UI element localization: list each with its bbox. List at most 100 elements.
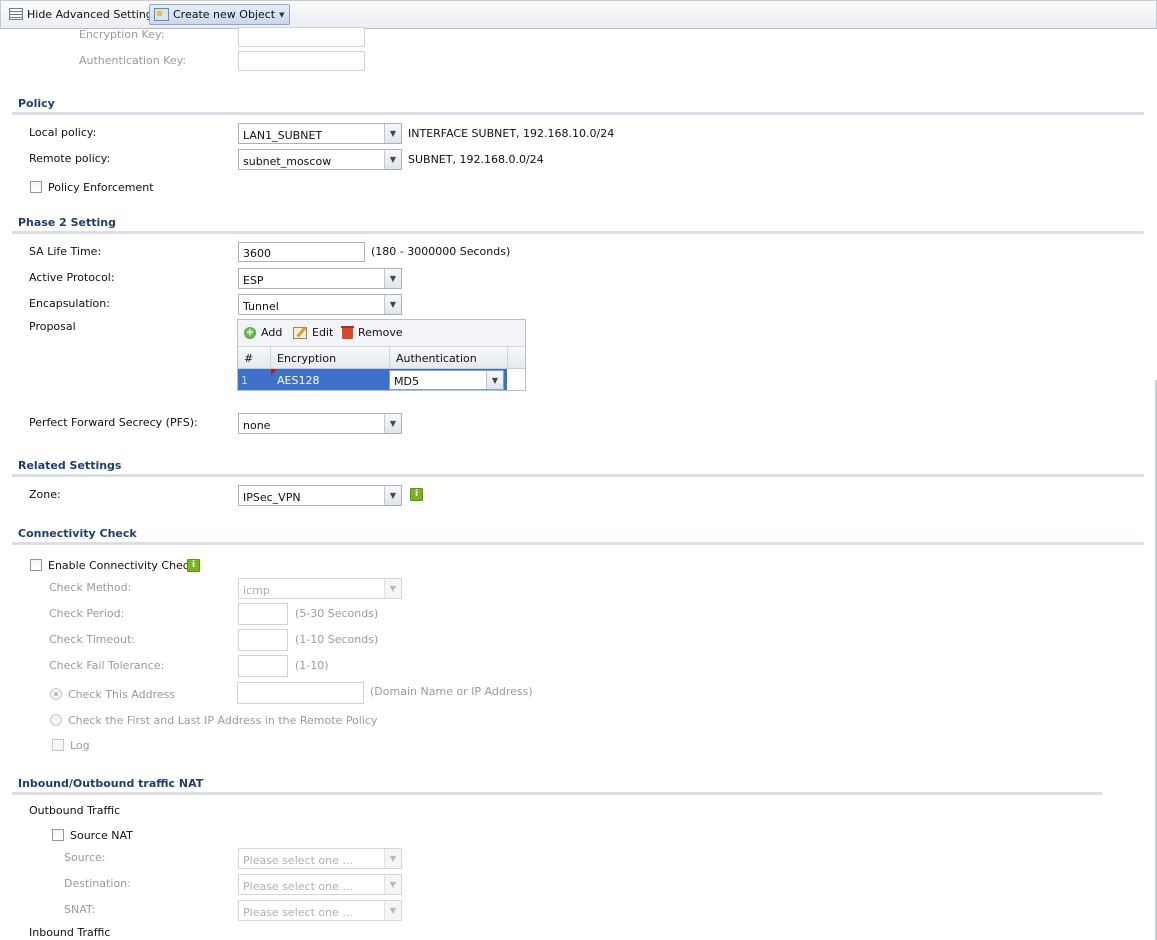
enable-connectivity-check-checkbox[interactable] (30, 559, 42, 571)
connectivity-check-divider (12, 542, 1144, 545)
log-label: Log (70, 739, 90, 752)
policy-divider (12, 112, 1144, 115)
local-policy-label: Local policy: (29, 126, 97, 139)
chevron-down-icon[interactable]: ▼ (384, 150, 401, 169)
enable-connectivity-check-label: Enable Connectivity Check (48, 559, 196, 572)
add-label: Add (261, 326, 283, 339)
proposal-grid-toolbar: + Add Edit Remove (238, 320, 525, 347)
row-authentication: MD5 (394, 375, 419, 388)
add-button[interactable]: + Add (244, 326, 282, 339)
chevron-down-icon[interactable]: ▼ (384, 124, 401, 143)
active-protocol-value: ESP (243, 274, 264, 287)
check-period-hint: (5-30 Seconds) (295, 607, 379, 620)
encapsulation-label: Encapsulation: (29, 297, 110, 310)
remote-policy-label: Remote policy: (29, 152, 111, 165)
column-header-authentication[interactable]: Authentication (390, 347, 508, 368)
check-this-address-label: Check This Address (68, 688, 176, 701)
authentication-key-input[interactable] (238, 51, 365, 71)
check-address-input[interactable] (237, 682, 364, 704)
source-nat-checkbox[interactable] (52, 829, 64, 841)
toolbar: Hide Advanced Settings Create new Object… (0, 0, 1157, 29)
check-first-last-label: Check the First and Last IP Address in t… (68, 714, 378, 727)
nat-snat-select[interactable]: Please select one ... ▼ (238, 900, 402, 921)
pfs-select[interactable]: none ▼ (238, 413, 402, 434)
chevron-down-icon[interactable]: ▼ (486, 371, 503, 389)
check-this-address-radio[interactable] (50, 688, 62, 700)
object-icon (154, 8, 169, 21)
nat-source-placeholder: Please select one ... (243, 854, 353, 867)
nat-divider (12, 792, 1102, 795)
chevron-down-icon[interactable]: ▼ (384, 875, 401, 894)
sa-life-time-label: SA Life Time: (29, 245, 102, 258)
column-header-encryption[interactable]: Encryption (271, 347, 390, 368)
proposal-label: Proposal (29, 320, 76, 333)
nat-source-select[interactable]: Please select one ... ▼ (238, 848, 402, 869)
nat-destination-select[interactable]: Please select one ... ▼ (238, 874, 402, 895)
hide-advanced-settings-label: Hide Advanced Settings (27, 7, 159, 21)
nat-snat-label: SNAT: (64, 903, 96, 916)
active-protocol-select[interactable]: ESP ▼ (238, 268, 402, 289)
policy-section-title: Policy (18, 97, 55, 110)
sa-life-time-input[interactable]: 3600 (238, 242, 365, 262)
check-timeout-input[interactable] (238, 629, 288, 651)
chevron-down-icon[interactable]: ▼ (384, 486, 401, 505)
chevron-down-icon[interactable]: ▼ (384, 579, 401, 598)
remote-policy-description: SUBNET, 192.168.0.0/24 (408, 153, 544, 166)
sa-life-time-hint: (180 - 3000000 Seconds) (371, 245, 511, 258)
chevron-down-icon[interactable]: ▼ (384, 849, 401, 868)
encryption-key-input[interactable] (238, 27, 365, 47)
check-method-select[interactable]: icmp ▼ (238, 578, 402, 599)
nat-section-title: Inbound/Outbound traffic NAT (18, 777, 204, 790)
check-method-label: Check Method: (49, 581, 132, 594)
policy-enforcement-checkbox[interactable] (30, 181, 42, 193)
remote-policy-value: subnet_moscow (243, 155, 332, 168)
nat-destination-label: Destination: (64, 877, 131, 890)
check-fail-tolerance-input[interactable] (238, 655, 288, 677)
add-icon: + (244, 326, 256, 339)
info-icon[interactable]: i (410, 488, 423, 501)
create-new-object-button[interactable]: Create new Object ▼ (149, 4, 290, 25)
chevron-down-icon[interactable]: ▼ (384, 901, 401, 920)
chevron-down-icon[interactable]: ▼ (384, 295, 401, 314)
check-method-value: icmp (243, 584, 270, 597)
remove-label: Remove (358, 326, 403, 339)
authentication-cell-editor[interactable]: MD5 ▼ (389, 370, 504, 390)
check-timeout-label: Check Timeout: (49, 633, 135, 646)
info-icon[interactable]: i (187, 559, 200, 572)
local-policy-value: LAN1_SUBNET (243, 129, 323, 142)
encapsulation-select[interactable]: Tunnel ▼ (238, 294, 402, 315)
chevron-down-icon[interactable]: ▼ (384, 414, 401, 433)
remote-policy-select[interactable]: subnet_moscow ▼ (238, 149, 402, 170)
policy-enforcement-label: Policy Enforcement (48, 181, 154, 194)
log-checkbox[interactable] (52, 739, 64, 751)
chevron-down-icon[interactable]: ▼ (384, 269, 401, 288)
related-settings-divider (12, 474, 1144, 477)
source-nat-label: Source NAT (70, 829, 133, 842)
trash-icon (341, 326, 354, 339)
zone-label: Zone: (29, 488, 61, 501)
check-period-input[interactable] (238, 603, 288, 625)
nat-destination-placeholder: Please select one ... (243, 880, 353, 893)
check-first-last-radio[interactable] (50, 714, 62, 726)
zone-value: IPSec_VPN (243, 491, 301, 504)
check-fail-tolerance-label: Check Fail Tolerance: (49, 659, 165, 672)
pfs-value: none (243, 419, 271, 432)
edit-label: Edit (312, 326, 334, 339)
dropdown-arrow-icon: ▼ (279, 10, 285, 19)
nat-snat-placeholder: Please select one ... (243, 906, 353, 919)
edit-button[interactable]: Edit (293, 326, 333, 339)
phase2-divider (12, 231, 1144, 234)
nat-source-label: Source: (64, 851, 106, 864)
related-settings-section-title: Related Settings (18, 459, 122, 472)
local-policy-select[interactable]: LAN1_SUBNET ▼ (238, 123, 402, 144)
check-fail-tolerance-hint: (1-10) (295, 659, 329, 672)
row-number: 1 (241, 374, 248, 387)
inbound-traffic-label: Inbound Traffic (29, 926, 111, 939)
hide-advanced-settings-button[interactable]: Hide Advanced Settings (5, 4, 163, 24)
row-encryption: AES128 (277, 374, 320, 387)
check-period-label: Check Period: (49, 607, 125, 620)
column-header-number[interactable]: # (238, 347, 271, 368)
zone-select[interactable]: IPSec_VPN ▼ (238, 485, 402, 506)
edit-icon (293, 326, 307, 339)
remove-button[interactable]: Remove (341, 326, 403, 339)
